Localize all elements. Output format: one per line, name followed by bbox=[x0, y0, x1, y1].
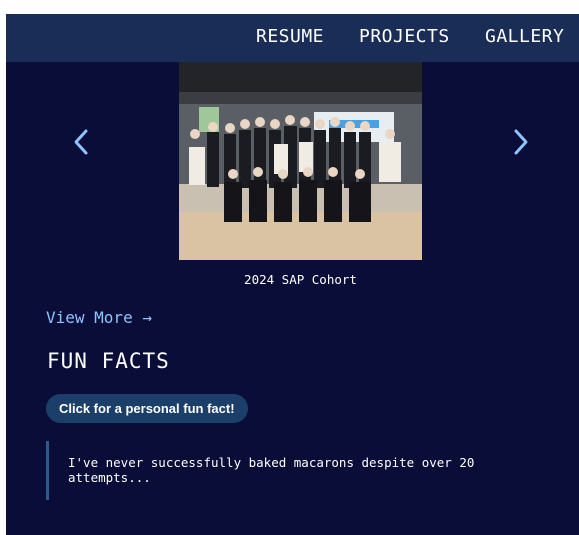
carousel-image bbox=[179, 62, 422, 260]
fun-fact-text: I've never successfully baked macarons d… bbox=[68, 455, 475, 485]
nav-link-projects[interactable]: PROJECTS bbox=[359, 26, 450, 47]
image-caption: 2024 SAP Cohort bbox=[244, 272, 357, 287]
nav-link-resume[interactable]: RESUME bbox=[256, 26, 324, 47]
chevron-left-icon[interactable] bbox=[66, 122, 96, 162]
fun-fact-quote: I've never successfully baked macarons d… bbox=[46, 441, 529, 500]
chevron-right-icon[interactable] bbox=[506, 122, 536, 162]
nav-link-gallery[interactable]: GALLERY bbox=[485, 26, 564, 47]
page-frame: RESUME PROJECTS GALLERY 2024 SAP Cohort … bbox=[6, 14, 579, 535]
view-more-link[interactable]: View More → bbox=[46, 308, 152, 327]
top-navbar: RESUME PROJECTS GALLERY bbox=[6, 14, 579, 62]
fun-fact-button[interactable]: Click for a personal fun fact! bbox=[46, 394, 248, 423]
fun-facts-heading: FUN FACTS bbox=[47, 349, 170, 373]
